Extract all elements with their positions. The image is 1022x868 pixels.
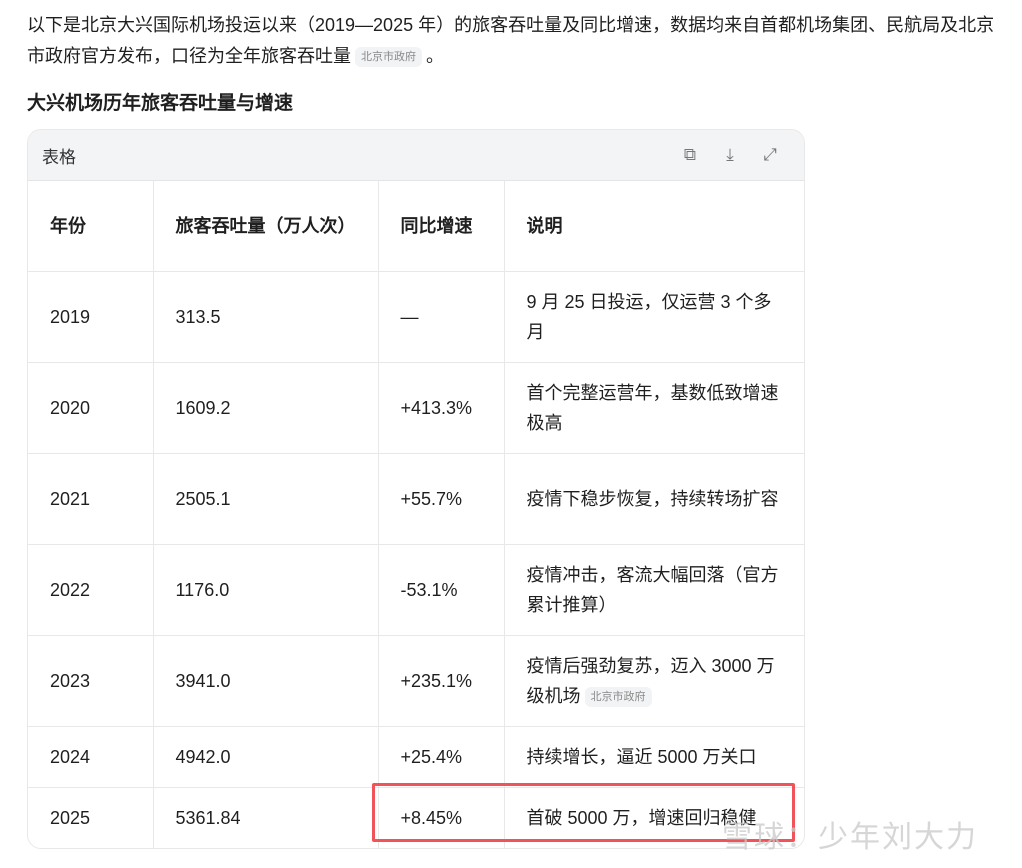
table-row: 2024 4942.0 +25.4% 持续增长，逼近 5000 万关口	[28, 726, 804, 788]
growth-text: —	[400, 306, 419, 327]
growth-text: +413.3%	[400, 397, 473, 418]
cell-note: 持续增长，逼近 5000 万关口	[504, 726, 804, 788]
source-badge[interactable]: 北京市政府	[355, 47, 422, 68]
cell-growth: +55.7%	[378, 453, 505, 545]
cell-growth: +25.4%	[378, 726, 505, 788]
cell-note: 疫情后强劲复苏，迈入 3000 万级机场 北京市政府	[504, 635, 804, 727]
volume-text: 1609.2	[175, 397, 231, 418]
cell-year: 2024	[28, 726, 154, 788]
table-row: 2019 313.5 — 9 月 25 日投运，仅运营 3 个多月	[28, 271, 804, 363]
growth-text: +55.7%	[400, 488, 463, 509]
expand-icon[interactable]: ⤢	[750, 145, 790, 165]
volume-text: 1176.0	[175, 579, 230, 600]
table-row: 2022 1176.0 -53.1% 疫情冲击，客流大幅回落（官方累计推算）	[28, 544, 804, 636]
table-card-title: 表格	[42, 147, 76, 167]
note-text: 持续增长，逼近 5000 万关口	[526, 746, 757, 767]
download-icon[interactable]: ⤓	[710, 145, 750, 165]
volume-text: 4942.0	[175, 746, 231, 767]
cell-year: 2021	[28, 453, 154, 545]
header-volume: 旅客吞吐量（万人次）	[153, 181, 379, 272]
cell-year: 2022	[28, 544, 154, 636]
year-text: 2023	[50, 670, 91, 691]
table-row: 2023 3941.0 +235.1% 疫情后强劲复苏，迈入 3000 万级机场 北京市…	[28, 635, 804, 727]
cell-growth: —	[378, 271, 505, 363]
cell-note: 9 月 25 日投运，仅运营 3 个多月	[504, 271, 804, 363]
cell-volume: 313.5	[153, 271, 379, 363]
cell-growth: +413.3%	[378, 362, 505, 454]
volume-text: 2505.1	[175, 488, 231, 509]
note-text: 疫情冲击，客流大幅回落（官方累计推算）	[526, 564, 779, 615]
cell-growth: -53.1%	[378, 544, 505, 636]
note-text: 9 月 25 日投运，仅运营 3 个多月	[526, 291, 772, 342]
source-badge[interactable]: 北京市政府	[584, 686, 652, 707]
watermark: 雪球：少年刘大力	[722, 821, 978, 854]
cell-volume: 3941.0	[153, 635, 379, 727]
cell-growth: +235.1%	[378, 635, 505, 727]
data-table: 年份 旅客吞吐量（万人次） 同比增速 说明 2019 313.5 — 9 月 25 日…	[28, 181, 804, 848]
cell-note: 疫情下稳步恢复，持续转场扩容	[504, 453, 804, 545]
header-note: 说明	[504, 181, 804, 272]
header-growth: 同比增速	[378, 181, 505, 272]
cell-volume: 1609.2	[153, 362, 379, 454]
cell-volume: 2505.1	[153, 453, 379, 545]
volume-text: 313.5	[175, 306, 221, 327]
copy-icon[interactable]: ⧉	[670, 145, 710, 165]
year-text: 2024	[50, 746, 91, 767]
note-text: 首个完整运营年，基数低致增速极高	[526, 382, 779, 433]
growth-text: -53.1%	[400, 579, 458, 600]
growth-text: +235.1%	[400, 670, 473, 691]
volume-text: 5361.84	[175, 807, 241, 828]
intro-text: 以下是北京大兴国际机场投运以来（2019—2025 年）的旅客吞吐量及同比增速，…	[27, 15, 995, 66]
cell-volume: 1176.0	[153, 544, 379, 636]
cell-volume: 5361.84	[153, 787, 379, 848]
volume-text: 3941.0	[175, 670, 231, 691]
table-row: 2020 1609.2 +413.3% 首个完整运营年，基数低致增速极高	[28, 362, 804, 454]
growth-text: +25.4%	[400, 746, 463, 767]
cell-note: 首个完整运营年，基数低致增速极高	[504, 362, 804, 454]
year-text: 2019	[50, 306, 91, 327]
table-row: 2021 2505.1 +55.7% 疫情下稳步恢复，持续转场扩容	[28, 453, 804, 545]
year-text: 2020	[50, 397, 91, 418]
cell-year: 2019	[28, 271, 154, 363]
cell-year: 2023	[28, 635, 154, 727]
table-header-row: 年份 旅客吞吐量（万人次） 同比增速 说明	[28, 181, 804, 272]
header-year: 年份	[28, 181, 154, 272]
year-text: 2022	[50, 579, 91, 600]
year-text: 2025	[50, 807, 91, 828]
cell-volume: 4942.0	[153, 726, 379, 788]
cell-note: 疫情冲击，客流大幅回落（官方累计推算）	[504, 544, 804, 636]
cell-year: 2020	[28, 362, 154, 454]
section-heading: 大兴机场历年旅客吞吐量与增速	[27, 93, 294, 114]
table-card: 表格 ⧉ ⤓ ⤢ 年份 旅客吞吐量（万人次） 同比增速 说明 2019 313.5…	[27, 129, 805, 849]
table-toolbar: 表格 ⧉ ⤓ ⤢	[28, 130, 804, 181]
intro-end: 。	[426, 46, 444, 66]
intro-paragraph: 以下是北京大兴国际机场投运以来（2019—2025 年）的旅客吞吐量及同比增速，…	[27, 10, 1012, 72]
note-text: 疫情下稳步恢复，持续转场扩容	[526, 488, 779, 509]
cell-year: 2025	[28, 787, 154, 848]
year-text: 2021	[50, 488, 91, 509]
